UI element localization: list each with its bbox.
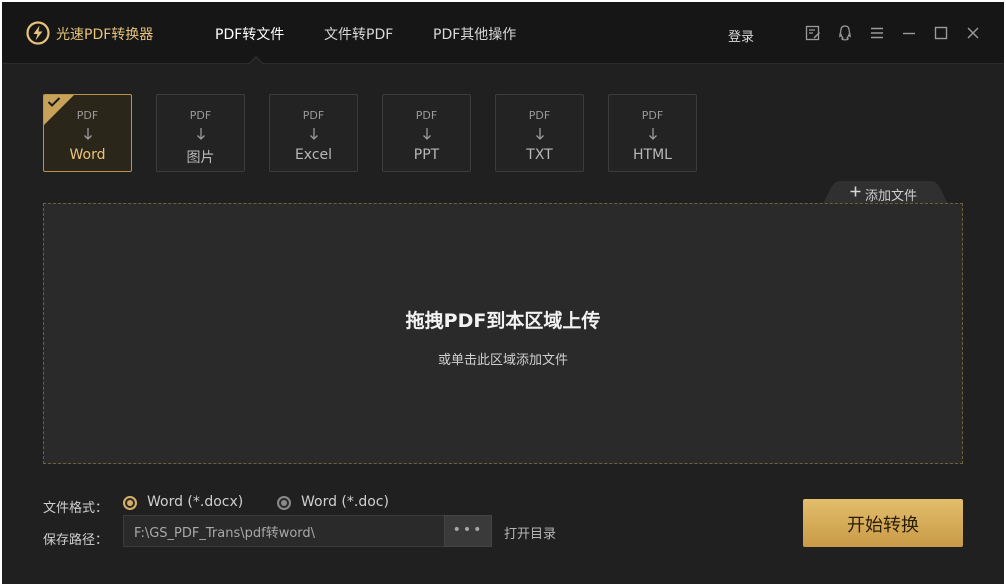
radio-dot <box>123 496 137 510</box>
minimize-icon[interactable] <box>900 24 918 42</box>
radio-doc-label: Word (*.doc) <box>301 494 389 510</box>
title-bar: 光速PDF转换器 PDF转文件 文件转PDF PDF其他操作 登录 <box>2 2 1004 64</box>
more-dots-icon: ••• <box>452 522 484 538</box>
checkmark-icon <box>47 97 61 107</box>
radio-dot <box>277 496 291 510</box>
format-source: PDF <box>528 109 551 122</box>
browse-button[interactable]: ••• <box>444 515 492 547</box>
format-card-excel[interactable]: PDF Excel <box>269 94 358 172</box>
arrow-down-icon <box>84 128 92 140</box>
format-target: Excel <box>294 147 333 163</box>
format-target: HTML <box>633 147 672 163</box>
format-card-txt[interactable]: PDF TXT <box>495 94 584 172</box>
format-source: PDF <box>415 109 438 122</box>
edit-note-icon[interactable] <box>804 24 822 42</box>
tab-pdf-other[interactable]: PDF其他操作 <box>433 24 516 44</box>
format-card-image[interactable]: PDF 图片 <box>156 94 245 172</box>
lightning-bolt-icon <box>26 21 50 45</box>
drop-zone-title: 拖拽PDF到本区域上传 <box>405 310 601 332</box>
format-source: PDF <box>641 109 664 122</box>
menu-icon[interactable] <box>868 24 886 42</box>
file-format-label: 文件格式： <box>43 501 109 516</box>
format-source: PDF <box>302 109 325 122</box>
format-source: PDF <box>189 109 212 122</box>
add-file-label: 添加文件 <box>865 189 918 204</box>
radio-docx[interactable]: Word (*.docx) <box>123 494 253 512</box>
format-card-ppt[interactable]: PDF PPT <box>382 94 471 172</box>
qq-icon[interactable] <box>836 24 854 42</box>
arrow-down-icon <box>536 128 544 140</box>
close-icon[interactable] <box>964 24 982 42</box>
radio-docx-label: Word (*.docx) <box>147 494 244 510</box>
save-path-label: 保存路径： <box>43 533 109 548</box>
save-path-input[interactable] <box>123 515 445 547</box>
file-drop-zone[interactable]: 拖拽PDF到本区域上传 或单击此区域添加文件 <box>43 203 963 464</box>
drop-zone-subtitle: 或单击此区域添加文件 <box>437 353 568 368</box>
maximize-icon[interactable] <box>932 24 950 42</box>
add-file-button[interactable]: 添加文件 <box>819 180 952 205</box>
format-target: PPT <box>413 147 440 163</box>
format-card-html[interactable]: PDF HTML <box>608 94 697 172</box>
format-target: Word <box>69 147 106 163</box>
arrow-down-icon <box>197 128 205 140</box>
app-title: 光速PDF转换器 <box>56 27 154 43</box>
active-tab-indicator-fill <box>249 57 263 64</box>
login-link[interactable]: 登录 <box>728 26 754 45</box>
start-convert-label: 开始转换 <box>847 515 919 536</box>
arrow-down-icon <box>649 128 657 140</box>
app-window: 光速PDF转换器 PDF转文件 文件转PDF PDF其他操作 登录 PDF Wo… <box>2 2 1004 584</box>
tab-pdf-to-file[interactable]: PDF转文件 <box>215 24 284 44</box>
open-directory-link[interactable]: 打开目录 <box>504 523 556 542</box>
start-convert-button[interactable]: 开始转换 <box>803 499 963 547</box>
arrow-down-icon <box>310 128 318 140</box>
plus-icon <box>850 186 861 197</box>
arrow-down-icon <box>423 128 431 140</box>
format-target: 图片 <box>186 150 215 166</box>
format-card-word[interactable]: PDF Word <box>43 94 132 172</box>
radio-doc[interactable]: Word (*.doc) <box>277 494 397 512</box>
format-source: PDF <box>76 109 99 122</box>
format-target: TXT <box>526 147 553 163</box>
tab-file-to-pdf[interactable]: 文件转PDF <box>324 24 393 44</box>
